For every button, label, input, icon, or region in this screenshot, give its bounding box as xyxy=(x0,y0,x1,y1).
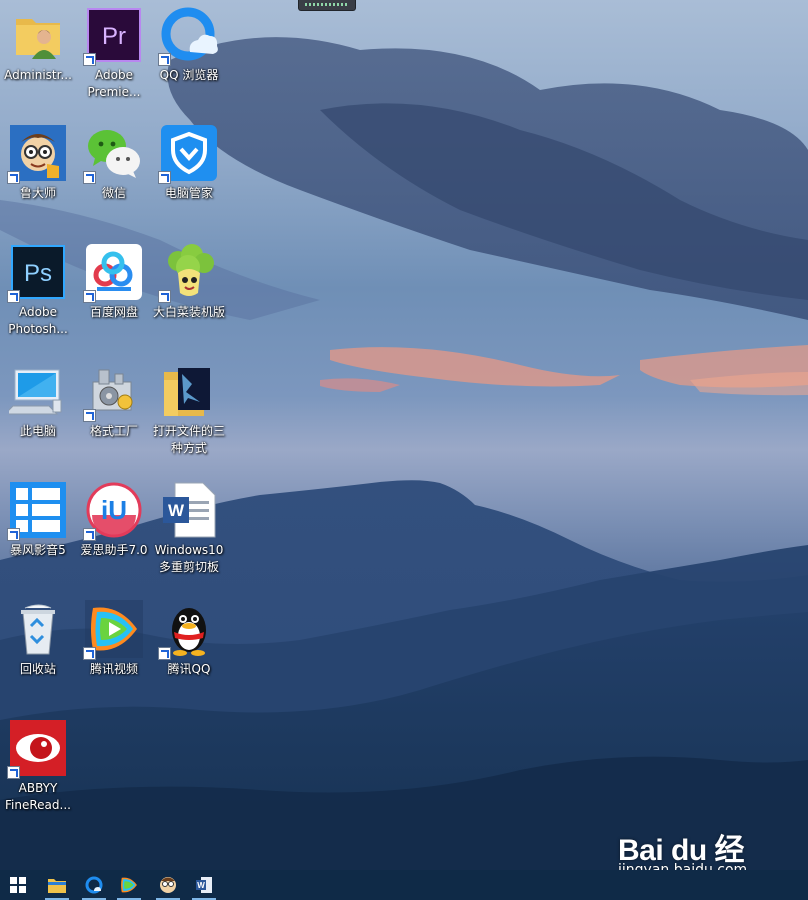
desktop-icon-label: 此电脑 xyxy=(19,424,56,438)
desktop-icon-label: 微信 xyxy=(101,186,126,200)
desktop-icon-baofeng[interactable]: 暴风影音5 xyxy=(0,481,76,559)
desktop-icon-i4-assistant[interactable]: iU 爱思助手7.0 xyxy=(76,481,152,559)
desktop-icon-photoshop[interactable]: Ps Adobe Photosh... xyxy=(0,243,76,338)
shortcut-arrow-icon xyxy=(158,647,171,660)
desktop-icon-premiere-pro[interactable]: Pr Adobe Premie... xyxy=(76,6,152,101)
desktop-icon-label: ABBYY FineRead... xyxy=(5,781,71,812)
desktop-icon-tencent-video[interactable]: 腾讯视频 xyxy=(76,600,152,678)
desktop-icon-label: 电脑管家 xyxy=(164,186,213,200)
start-button[interactable] xyxy=(0,870,36,900)
shortcut-arrow-icon xyxy=(83,290,96,303)
this-pc-icon xyxy=(9,362,67,420)
shortcut-arrow-icon xyxy=(158,171,171,184)
folder-icon xyxy=(160,362,218,420)
shortcut-arrow-icon xyxy=(83,647,96,660)
abbyy-finereader-icon xyxy=(7,719,67,779)
taskbar-button-word[interactable]: W xyxy=(186,870,222,900)
shortcut-arrow-icon xyxy=(7,171,20,184)
qq-browser-icon xyxy=(84,875,104,895)
photoshop-icon: Ps xyxy=(7,243,67,303)
desktop-icon-abbyy-finereader[interactable]: ABBYY FineRead... xyxy=(0,719,76,814)
baidu-netdisk-icon xyxy=(83,243,143,303)
desktop-icon-format-factory[interactable]: 格式工厂 xyxy=(76,362,152,440)
wechat-icon xyxy=(83,124,143,184)
desktop-icon-wechat[interactable]: 微信 xyxy=(76,124,152,202)
desktop-icon-user-folder[interactable]: Administr... xyxy=(0,6,76,84)
desktop-icon-label: QQ 浏览器 xyxy=(159,68,219,82)
desktop-icon-label: Adobe Photosh... xyxy=(8,305,68,336)
shortcut-arrow-icon xyxy=(83,409,96,422)
svg-text:Pr: Pr xyxy=(102,23,126,50)
taskbar-button-qq-browser[interactable] xyxy=(76,870,112,900)
dabaicai-icon xyxy=(158,243,218,303)
qq-browser-icon xyxy=(158,6,218,66)
top-widget xyxy=(298,0,356,11)
desktop-icon-qq-browser[interactable]: QQ 浏览器 xyxy=(151,6,227,84)
taskbar-button-ludashi[interactable] xyxy=(150,870,186,900)
desktop-icon-word-document[interactable]: W Windows10 多重剪切板 xyxy=(151,481,227,576)
shortcut-arrow-icon xyxy=(83,53,96,66)
desktop-icon-label: Windows10 多重剪切板 xyxy=(154,543,224,574)
desktop-icon-label: Adobe Premie... xyxy=(87,68,141,99)
word-document-icon: W xyxy=(160,481,218,539)
desktop-icon-dabaicai[interactable]: 大白菜装机版 xyxy=(151,243,227,321)
format-factory-icon xyxy=(83,362,143,422)
desktop-icon-recycle-bin[interactable]: 回收站 xyxy=(0,600,76,678)
word-icon: W xyxy=(195,876,213,894)
ludashi-icon xyxy=(7,124,67,184)
desktop-icon-label: 暴风影音5 xyxy=(10,543,66,557)
file-explorer-icon xyxy=(47,876,67,894)
desktop-icon-baidu-netdisk[interactable]: 百度网盘 xyxy=(76,243,152,321)
desktop-icon-folder[interactable]: 打开文件的三 种方式 xyxy=(151,362,227,457)
svg-text:W: W xyxy=(168,501,185,520)
desktop-icon-label: 腾讯QQ xyxy=(167,662,211,676)
svg-text:iU: iU xyxy=(101,495,127,525)
taskbar: W xyxy=(0,870,808,900)
taskbar-button-file-explorer[interactable] xyxy=(39,870,75,900)
i4-assistant-icon: iU xyxy=(83,481,143,541)
desktop-icon-label: 回收站 xyxy=(19,662,56,676)
desktop-icon-label: 格式工厂 xyxy=(89,424,138,438)
tencent-video-icon xyxy=(83,600,143,660)
desktop-icon-ludashi[interactable]: 鲁大师 xyxy=(0,124,76,202)
desktop-icon-label: 爱思助手7.0 xyxy=(80,543,148,557)
premiere-pro-icon: Pr xyxy=(83,6,143,66)
desktop-icon-label: 腾讯视频 xyxy=(89,662,138,676)
pc-manager-shield-icon xyxy=(158,124,218,184)
shortcut-arrow-icon xyxy=(83,171,96,184)
ludashi-icon xyxy=(158,875,178,895)
shortcut-arrow-icon xyxy=(7,528,20,541)
desktop-icon-label: 百度网盘 xyxy=(89,305,138,319)
desktop-icon-label: Administr... xyxy=(4,68,72,82)
desktop-icon-label: 打开文件的三 种方式 xyxy=(152,424,225,455)
desktop-icon-label: 鲁大师 xyxy=(19,186,56,200)
tencent-video-icon xyxy=(119,875,139,895)
baofeng-icon xyxy=(7,481,67,541)
shortcut-arrow-icon xyxy=(7,766,20,779)
shortcut-arrow-icon xyxy=(7,290,20,303)
desktop-icon-this-pc[interactable]: 此电脑 xyxy=(0,362,76,440)
shortcut-arrow-icon xyxy=(83,528,96,541)
shortcut-arrow-icon xyxy=(158,290,171,303)
svg-text:Ps: Ps xyxy=(24,260,52,287)
recycle-bin-icon xyxy=(9,600,67,658)
desktop-icon-label: 大白菜装机版 xyxy=(152,305,225,319)
qq-penguin-icon xyxy=(158,600,218,660)
windows-start-icon xyxy=(10,877,26,893)
desktop-icon-pc-manager-shield[interactable]: 电脑管家 xyxy=(151,124,227,202)
svg-text:W: W xyxy=(197,881,205,890)
shortcut-arrow-icon xyxy=(158,53,171,66)
taskbar-button-tencent-video[interactable] xyxy=(111,870,147,900)
desktop-icon-qq-penguin[interactable]: 腾讯QQ xyxy=(151,600,227,678)
user-folder-icon xyxy=(9,6,67,64)
desktop: Administr... Pr Adobe Premie... QQ 浏览器鲁大师 微信… xyxy=(0,0,808,900)
